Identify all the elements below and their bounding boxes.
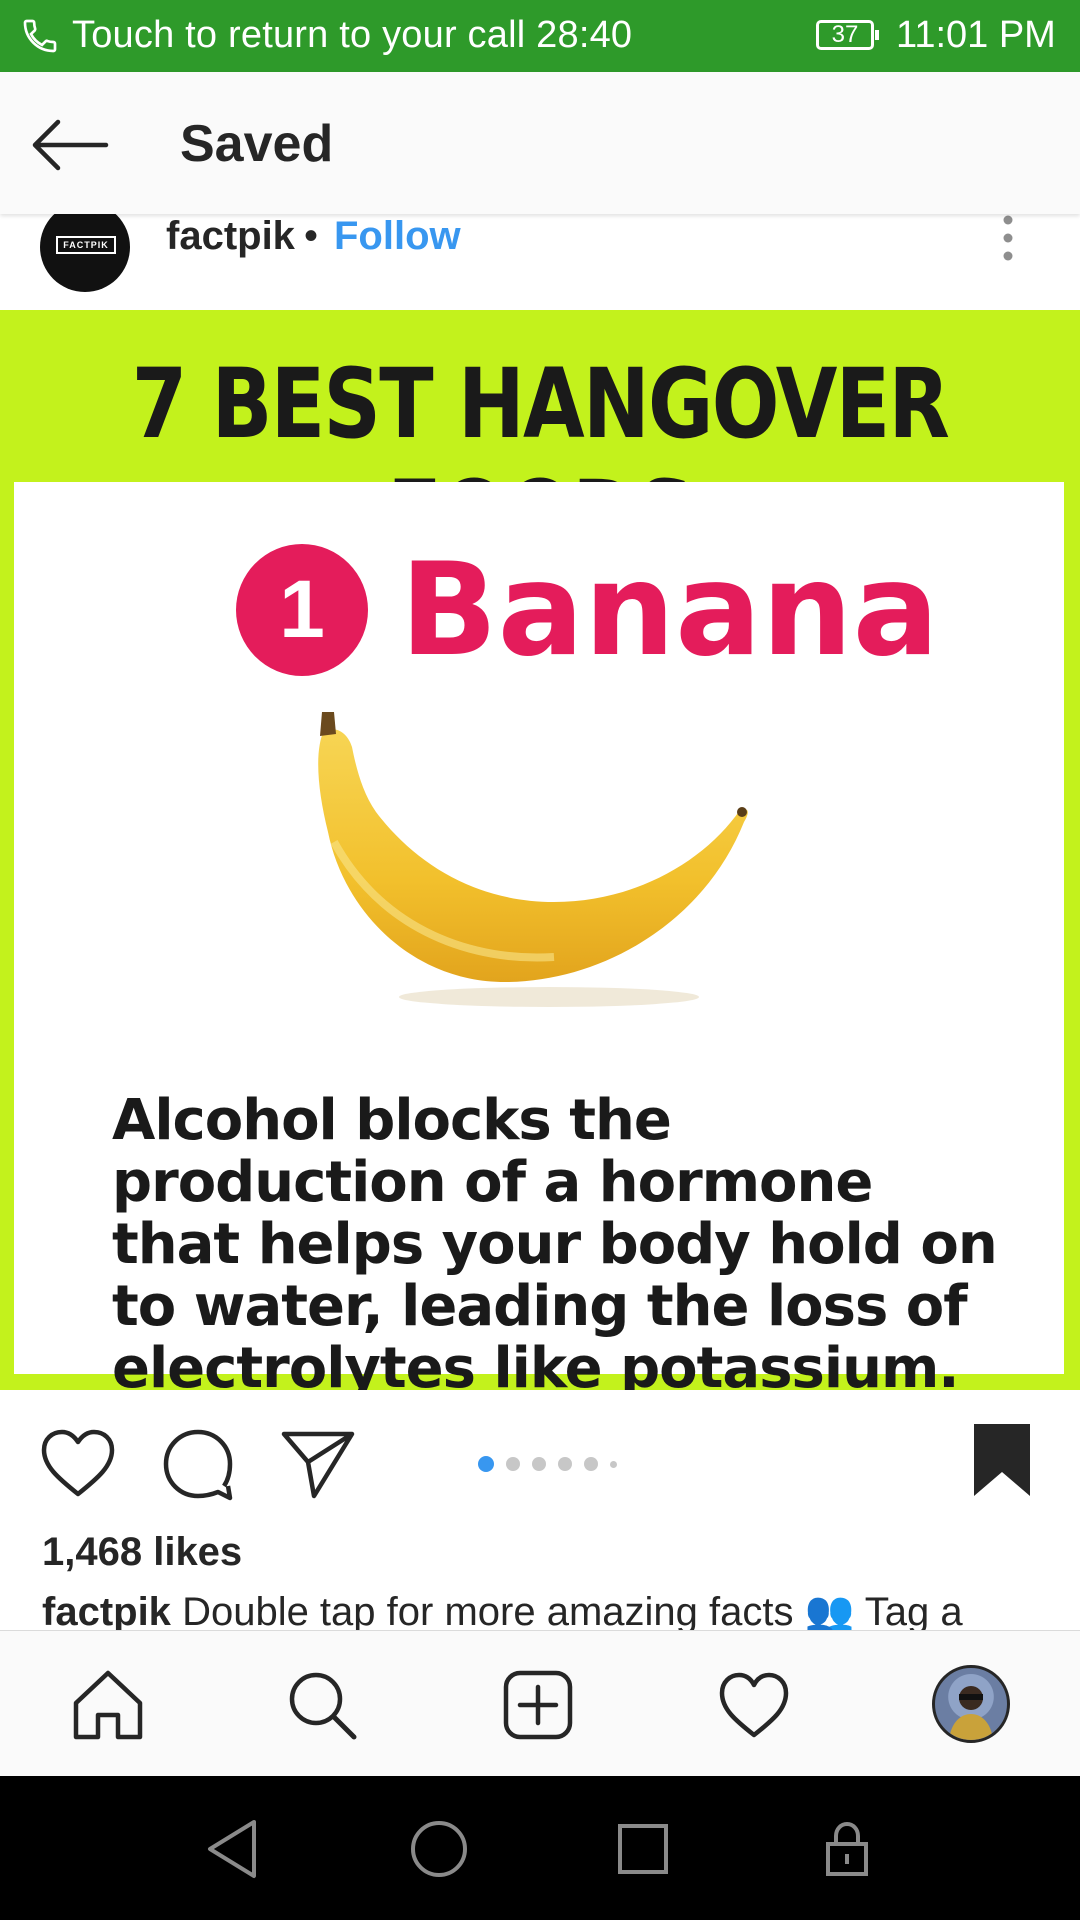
page-title: Saved xyxy=(180,115,334,173)
phone-icon xyxy=(23,19,57,53)
return-to-call-text[interactable]: Touch to return to your call 28:40 xyxy=(72,14,632,57)
post-caption: factpik Double tap for more amazing fact… xyxy=(42,1588,1080,1632)
status-bar[interactable]: Touch to return to your call 28:40 37 11… xyxy=(0,0,1080,72)
home-icon[interactable] xyxy=(70,1667,146,1743)
carousel-dot xyxy=(610,1460,617,1468)
more-options-icon[interactable] xyxy=(990,214,1026,274)
comment-icon[interactable] xyxy=(158,1424,238,1504)
system-navigation-bar xyxy=(0,1776,1080,1920)
carousel-dot xyxy=(558,1457,572,1471)
post-actions xyxy=(0,1390,1080,1530)
likes-count[interactable]: 1,468 likes xyxy=(42,1530,242,1575)
carousel-dot xyxy=(584,1457,598,1471)
battery-level: 37 xyxy=(831,21,859,48)
send-icon[interactable] xyxy=(278,1424,358,1504)
carousel-dot xyxy=(532,1457,546,1471)
battery-icon: 37 xyxy=(816,20,879,50)
carousel-dot-active xyxy=(478,1456,494,1472)
image-card: 1 Banana Alcohol blocks the production o… xyxy=(14,482,1064,1400)
lock-icon[interactable] xyxy=(812,1814,882,1884)
follow-button[interactable]: Follow xyxy=(334,214,461,259)
bottom-navigation xyxy=(0,1630,1080,1777)
top-bar: Saved xyxy=(0,72,1080,214)
activity-heart-icon[interactable] xyxy=(716,1667,792,1743)
clock: 11:01 PM xyxy=(896,14,1056,56)
profile-avatar[interactable] xyxy=(932,1665,1010,1743)
search-icon[interactable] xyxy=(284,1667,360,1743)
carousel-dot xyxy=(506,1457,520,1471)
bookmark-icon[interactable] xyxy=(970,1420,1034,1500)
separator-dot: • xyxy=(304,214,319,258)
avatar-logo-text: FACTPIK xyxy=(56,236,116,254)
post-header: FACTPIK factpik • Follow xyxy=(0,202,1080,310)
back-triangle-icon[interactable] xyxy=(200,1814,270,1884)
post-image[interactable]: 7 BEST HANGOVER FOODS 1 Banana Alcohol b… xyxy=(0,310,1080,1400)
banana-illustration xyxy=(318,712,748,1007)
back-arrow-icon[interactable] xyxy=(26,110,116,180)
author-username[interactable]: factpik xyxy=(166,214,295,259)
heart-icon[interactable] xyxy=(38,1424,118,1504)
food-name: Banana xyxy=(400,536,939,685)
author-avatar[interactable]: FACTPIK xyxy=(40,202,130,292)
carousel-indicator xyxy=(478,1456,617,1472)
profile-photo-icon xyxy=(949,1686,993,1740)
recents-square-icon[interactable] xyxy=(608,1814,678,1884)
home-circle-icon[interactable] xyxy=(404,1814,474,1884)
call-timer: 28:40 xyxy=(536,14,633,56)
caption-username[interactable]: factpik xyxy=(42,1590,171,1632)
add-post-icon[interactable] xyxy=(500,1667,576,1743)
caption-text: Double tap for more amazing facts 👥 Tag … xyxy=(182,1590,963,1632)
item-number-badge: 1 xyxy=(236,544,368,676)
fact-text: Alcohol blocks the production of a hormo… xyxy=(112,1088,998,1401)
